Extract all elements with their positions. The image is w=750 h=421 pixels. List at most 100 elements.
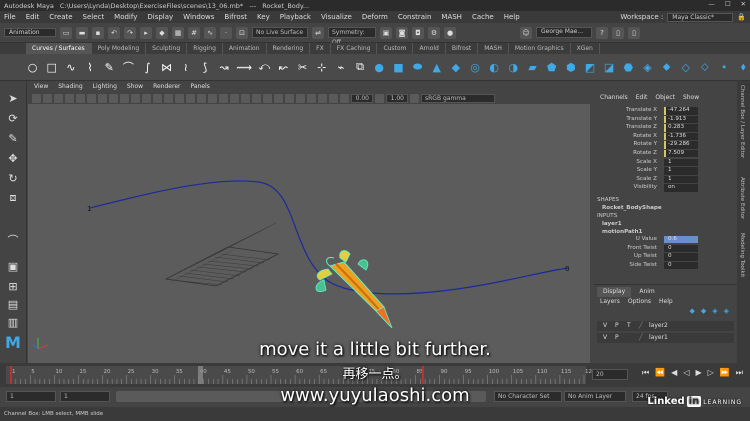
shelf-tab-arnold[interactable]: Arnold (413, 43, 446, 54)
field-chart-icon[interactable] (142, 93, 151, 103)
2d-pan-icon[interactable] (76, 93, 85, 103)
motion-path-curve[interactable] (89, 180, 569, 295)
menu-visualize[interactable]: Visualize (321, 13, 352, 21)
attr-row[interactable]: Visibility on (594, 184, 737, 193)
bevel-plus-icon[interactable]: ⬣ (622, 60, 635, 75)
attr-row[interactable]: Translate Y -1.913 (594, 115, 737, 125)
shelf-tab-sculpting[interactable]: Sculpting (146, 43, 188, 54)
select-hierarchy-icon[interactable]: ▸ (140, 26, 152, 39)
anti-aliasing-icon[interactable] (274, 93, 283, 103)
viewport-menu-view[interactable]: View (34, 81, 48, 92)
scale-tool-icon[interactable]: ⧈ (4, 189, 22, 207)
side-tab-attribute-editor[interactable]: Attribute Editor (739, 177, 745, 219)
attr-value[interactable]: -1.736 (664, 132, 698, 141)
viewport-scene[interactable]: 1 0 (28, 104, 590, 363)
layer-color-swatch[interactable]: ╱ (639, 321, 643, 331)
channelbox-menu-show[interactable]: Show (683, 92, 699, 104)
move-tool-icon[interactable]: ✥ (4, 149, 22, 167)
menu-bifrost[interactable]: Bifrost (224, 13, 247, 21)
snap-curve-icon[interactable]: ∿ (204, 26, 216, 39)
layer-name[interactable]: layer2 (649, 321, 668, 331)
nurbs-cone-icon[interactable]: ▲ (430, 60, 443, 75)
side-tab-channel-box[interactable]: Channel Box / Layer Editor (739, 85, 745, 158)
input-node-motionpath[interactable]: motionPath1 (594, 228, 737, 236)
nurbs-circle-icon[interactable]: ○ (26, 60, 39, 75)
film-gate-icon[interactable] (109, 93, 118, 103)
render-view-icon[interactable]: ▣ (380, 26, 392, 39)
attr-value[interactable]: 0 (664, 253, 698, 261)
sculpt-geometry-icon[interactable]: ⬧ (737, 60, 750, 75)
help-icon[interactable]: ? (596, 26, 608, 39)
attr-row[interactable]: Rotate Y -29.286 (594, 141, 737, 150)
menu-mash[interactable]: MASH (441, 13, 462, 21)
attr-row[interactable]: Up Twist 0 (594, 253, 737, 262)
viewport-menu-shading[interactable]: Shading (58, 81, 82, 92)
shelf-tab-animation[interactable]: Animation (223, 43, 267, 54)
rotate-tool-icon[interactable]: ↻ (4, 169, 22, 187)
gamma-field[interactable]: 1.00 (386, 93, 408, 103)
shadows-icon[interactable] (241, 93, 250, 103)
input-node-layer1[interactable]: layer1 (594, 220, 737, 228)
attach-curves-icon[interactable]: ⋈ (160, 60, 173, 75)
ipr-icon[interactable]: ◘ (412, 26, 424, 39)
attr-row[interactable]: Scale X 1 (594, 158, 737, 168)
attr-row[interactable]: Side Twist 0 (594, 261, 737, 271)
xray-icon[interactable] (307, 93, 316, 103)
select-object-icon[interactable]: ◆ (156, 26, 168, 39)
workspace-dropdown[interactable]: Maya Classic* (667, 12, 734, 22)
screen-space-ao-icon[interactable] (252, 93, 261, 103)
minimize-icon[interactable]: — (708, 0, 715, 8)
detach-curves-icon[interactable]: ≀ (179, 60, 192, 75)
four-view-icon[interactable]: ⊞ (4, 277, 22, 295)
shelf-tab-curves[interactable]: Curves / Surfaces (26, 43, 92, 54)
menu-select[interactable]: Select (83, 13, 105, 21)
default-material-icon[interactable] (197, 93, 206, 103)
bezier-curve-icon[interactable]: ∫ (141, 60, 154, 75)
attr-value[interactable]: 0.283 (664, 124, 698, 132)
offset-curve-icon[interactable]: ⟿ (236, 60, 252, 75)
project-curve-icon[interactable]: ⌁ (334, 60, 347, 75)
menu-modify[interactable]: Modify (114, 13, 137, 21)
channelbox-menu-edit[interactable]: Edit (636, 92, 648, 104)
menuset-dropdown[interactable]: Animation (4, 28, 56, 37)
reverse-curve-icon[interactable]: ⤺ (258, 60, 271, 75)
textured-icon[interactable] (219, 93, 228, 103)
surface-fillet-icon[interactable]: ◈ (641, 60, 654, 75)
menu-windows[interactable]: Windows (183, 13, 214, 21)
attr-value[interactable]: 0 (664, 244, 698, 253)
loft-icon[interactable]: ◑ (507, 60, 520, 75)
shelf-tab-fx[interactable]: FX (310, 43, 331, 54)
menu-help[interactable]: Help (504, 13, 520, 21)
revolve-icon[interactable]: ◐ (488, 60, 501, 75)
layer-row[interactable]: V P T ╱ layer2 (597, 321, 734, 331)
shape-node[interactable]: Rocket_BodyShape (594, 204, 737, 212)
shelf-tab-rigging[interactable]: Rigging (187, 43, 223, 54)
bookmark-icon[interactable] (54, 93, 63, 103)
rebuild-curve-icon[interactable]: ⟆ (198, 60, 211, 75)
smooth-shade-icon[interactable] (186, 93, 195, 103)
layer-visibility-toggle[interactable]: V (603, 321, 607, 331)
viewport-menu-show[interactable]: Show (127, 81, 143, 92)
safe-action-icon[interactable] (153, 93, 162, 103)
attr-value[interactable]: 7.509 (664, 149, 698, 158)
viewport-menu-renderer[interactable]: Renderer (153, 81, 180, 92)
menu-edit[interactable]: Edit (26, 13, 40, 21)
extrude-icon[interactable]: ⬟ (545, 60, 558, 75)
move-layer-up-icon[interactable]: ◆ (689, 307, 694, 315)
camera-attributes-icon[interactable] (43, 93, 52, 103)
attr-row[interactable]: Translate Z 0.283 (594, 124, 737, 133)
attr-row[interactable]: Scale Y 1 (594, 167, 737, 176)
untrim-icon[interactable]: ⬦ (698, 60, 711, 75)
menu-constrain[interactable]: Constrain (398, 13, 432, 21)
menu-display[interactable]: Display (147, 13, 173, 21)
square-surface-icon[interactable]: ◪ (603, 60, 616, 75)
attr-row[interactable]: Scale Z 1 (594, 175, 737, 185)
image-plane-icon[interactable] (65, 93, 74, 103)
user-avatar-icon[interactable]: ☺ (520, 26, 532, 39)
live-surface-field[interactable]: No Live Surface (252, 27, 308, 38)
symmetry-dropdown[interactable]: Symmetry: Off (328, 27, 376, 46)
planar-icon[interactable]: ▰ (526, 60, 539, 75)
gate-mask-icon[interactable] (131, 93, 140, 103)
cv-curve-icon[interactable]: ∿ (64, 60, 77, 75)
xray-joints-icon[interactable] (318, 93, 327, 103)
